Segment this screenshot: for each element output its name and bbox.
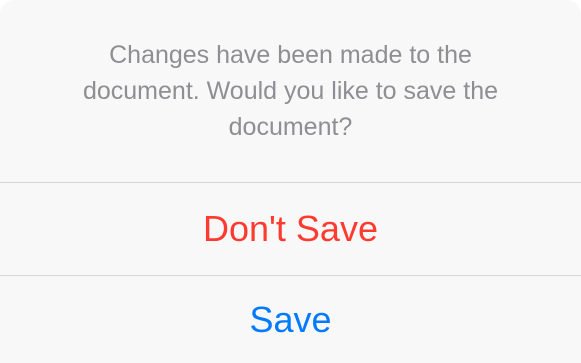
save-button[interactable]: Save <box>0 276 581 363</box>
alert-message-area: Changes have been made to the document. … <box>0 0 581 182</box>
save-button-label: Save <box>249 298 332 340</box>
alert-message: Changes have been made to the document. … <box>82 41 499 141</box>
dont-save-button[interactable]: Don't Save <box>0 183 581 275</box>
action-sheet: Changes have been made to the document. … <box>0 0 581 363</box>
dont-save-button-label: Don't Save <box>203 208 378 249</box>
